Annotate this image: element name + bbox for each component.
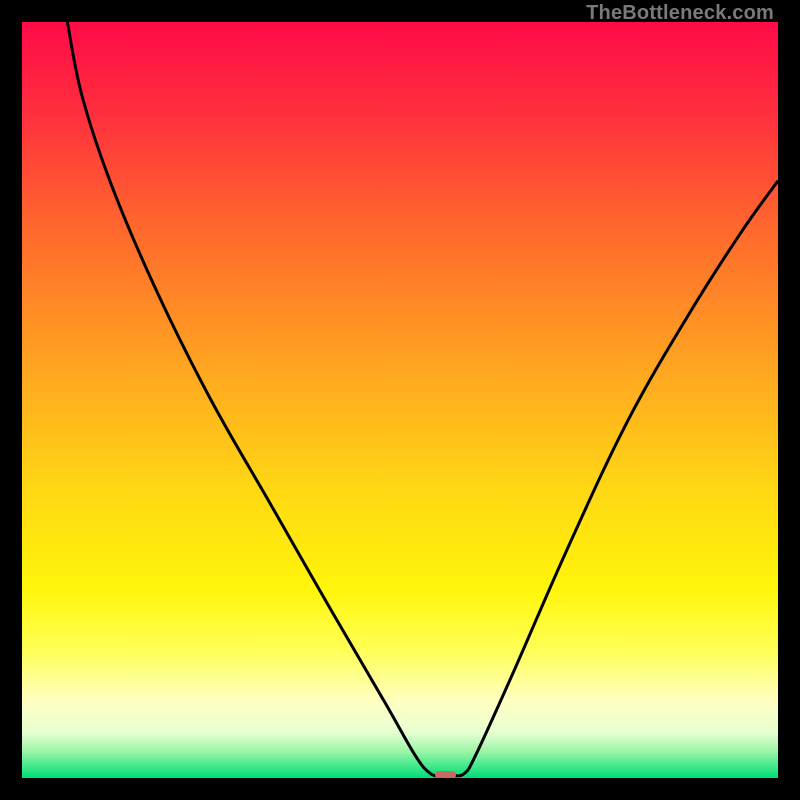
chart-frame: TheBottleneck.com <box>0 0 800 800</box>
plot-area <box>22 22 778 778</box>
bottleneck-curve <box>22 22 778 778</box>
optimal-marker <box>435 771 456 778</box>
